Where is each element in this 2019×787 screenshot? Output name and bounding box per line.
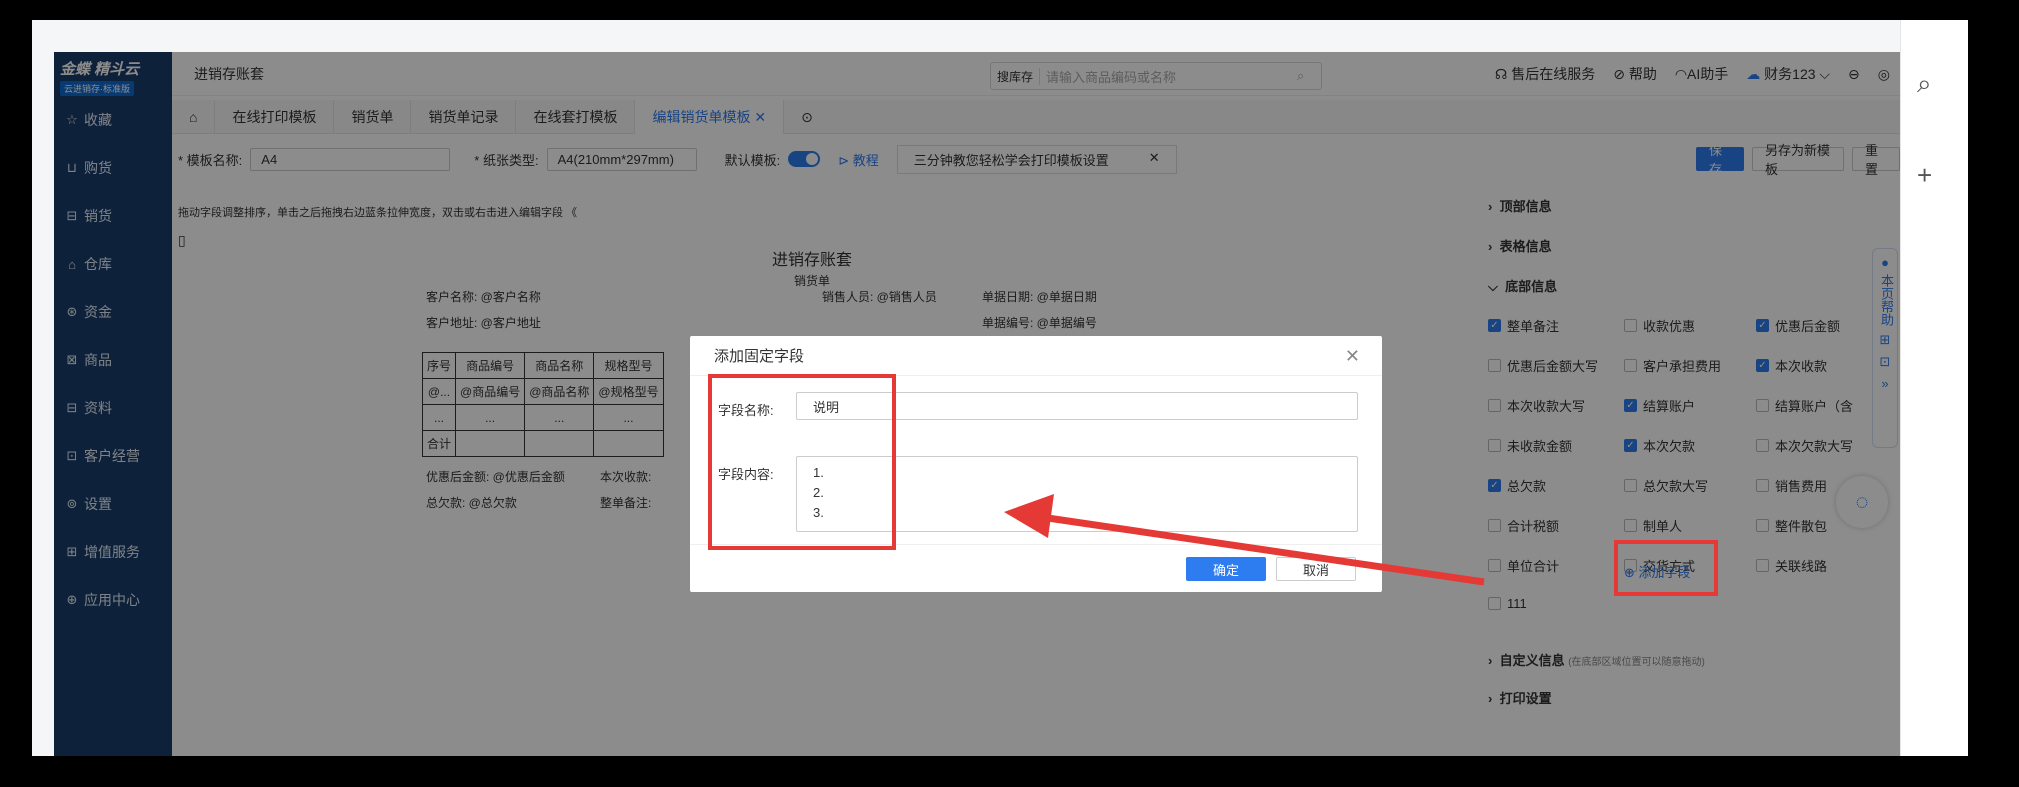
annotation-arrow (1004, 494, 1485, 586)
